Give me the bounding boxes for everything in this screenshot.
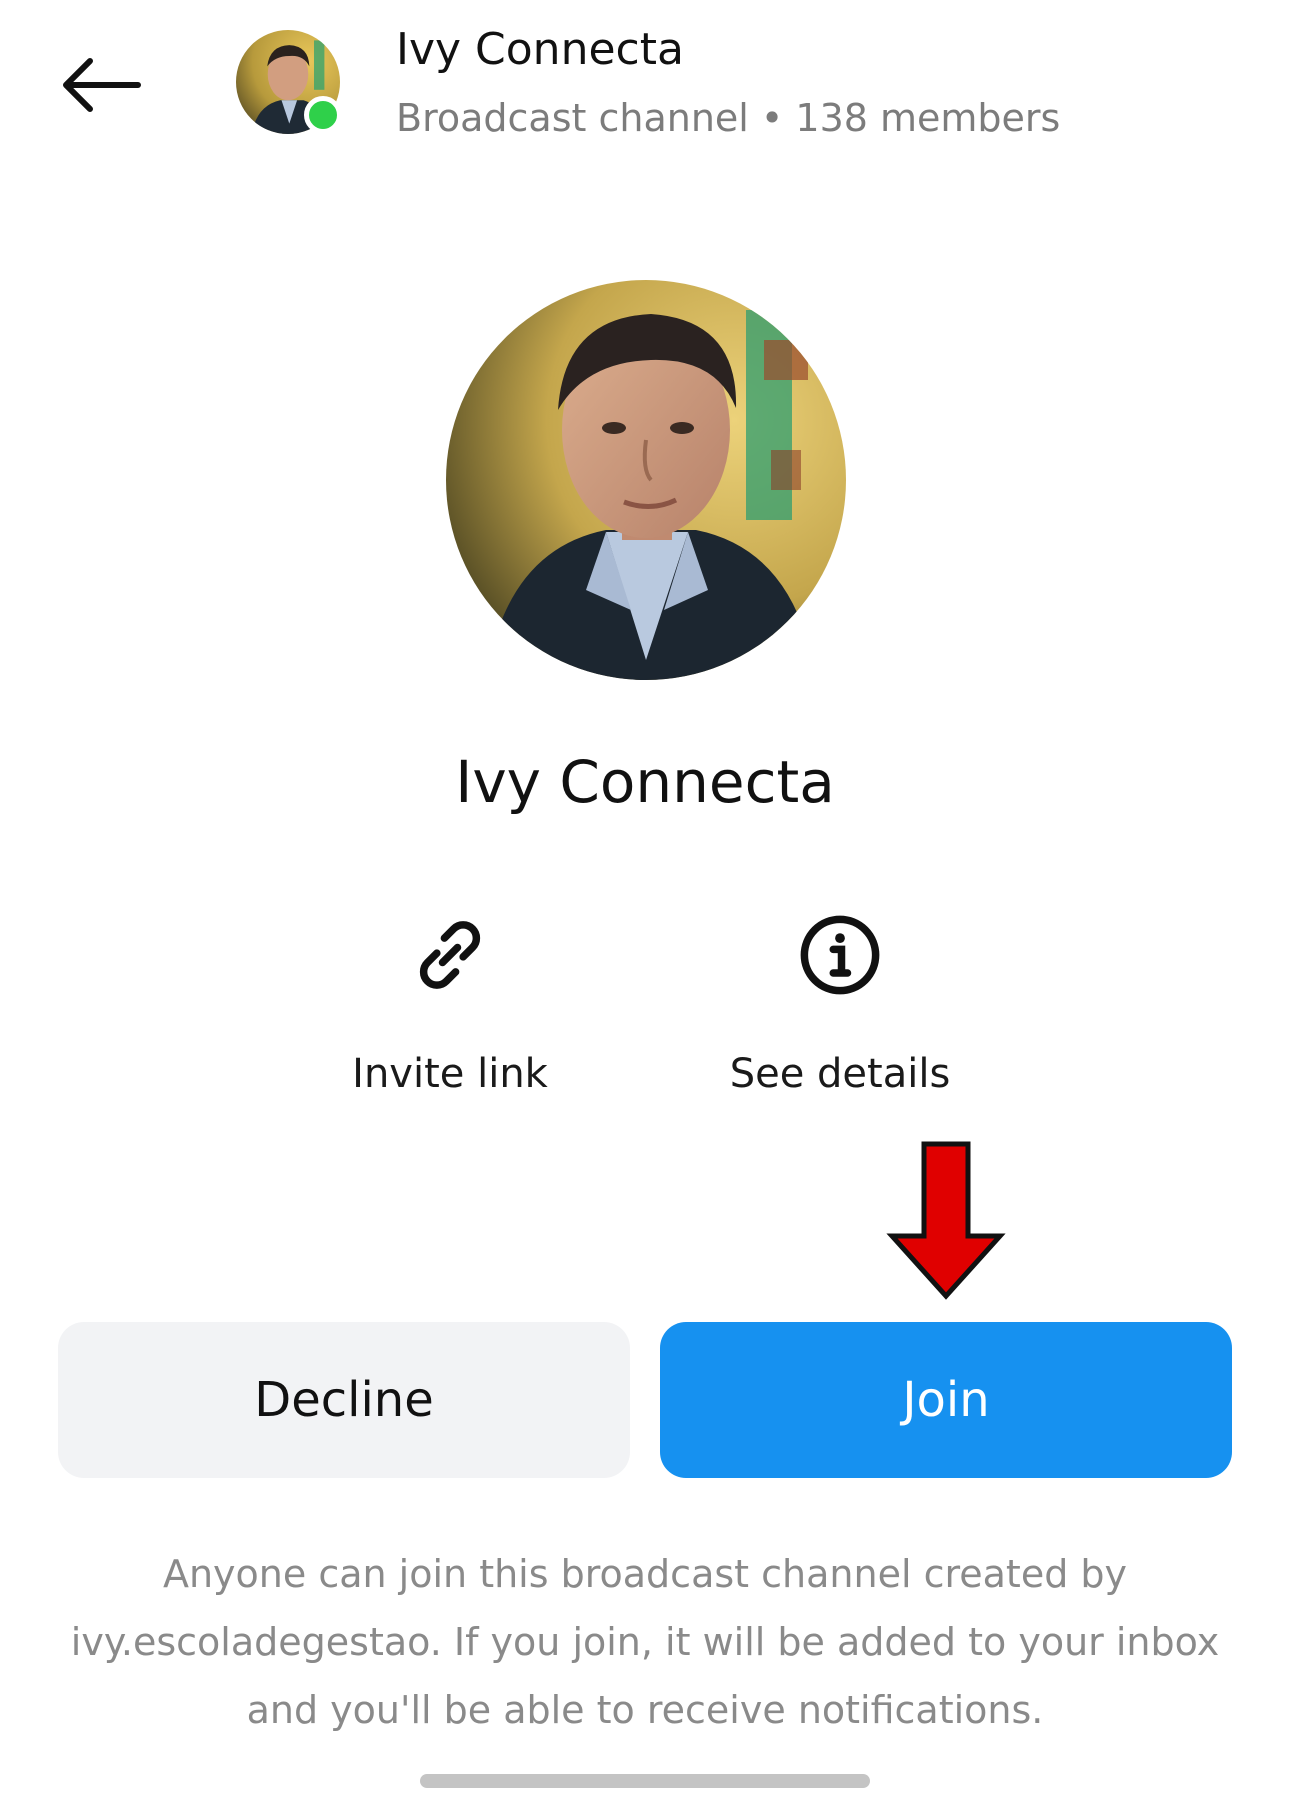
decline-button[interactable]: Decline [58, 1322, 630, 1478]
channel-avatar [446, 280, 846, 680]
header-subtitle: Broadcast channel • 138 members [396, 96, 1061, 140]
back-button[interactable] [50, 40, 150, 130]
see-details-label: See details [729, 1051, 951, 1097]
header-avatar[interactable] [236, 30, 342, 134]
home-indicator[interactable] [420, 1774, 870, 1788]
info-icon [800, 915, 880, 995]
invite-link-button[interactable]: Invite link [300, 905, 600, 1097]
online-status-indicator [304, 96, 342, 134]
join-button[interactable]: Join [660, 1322, 1232, 1478]
see-details-button[interactable]: See details [690, 905, 990, 1097]
top-bar: Ivy Connecta Broadcast channel • 138 mem… [0, 0, 1290, 180]
header-title: Ivy Connecta [396, 24, 684, 75]
invite-link-label: Invite link [352, 1051, 548, 1097]
link-icon [419, 921, 481, 989]
channel-name: Ivy Connecta [455, 748, 835, 816]
red-down-arrow-icon [886, 1141, 1006, 1300]
arrow-left-icon [63, 58, 141, 112]
join-notice-text: Anyone can join this broadcast channel c… [70, 1552, 1220, 1732]
